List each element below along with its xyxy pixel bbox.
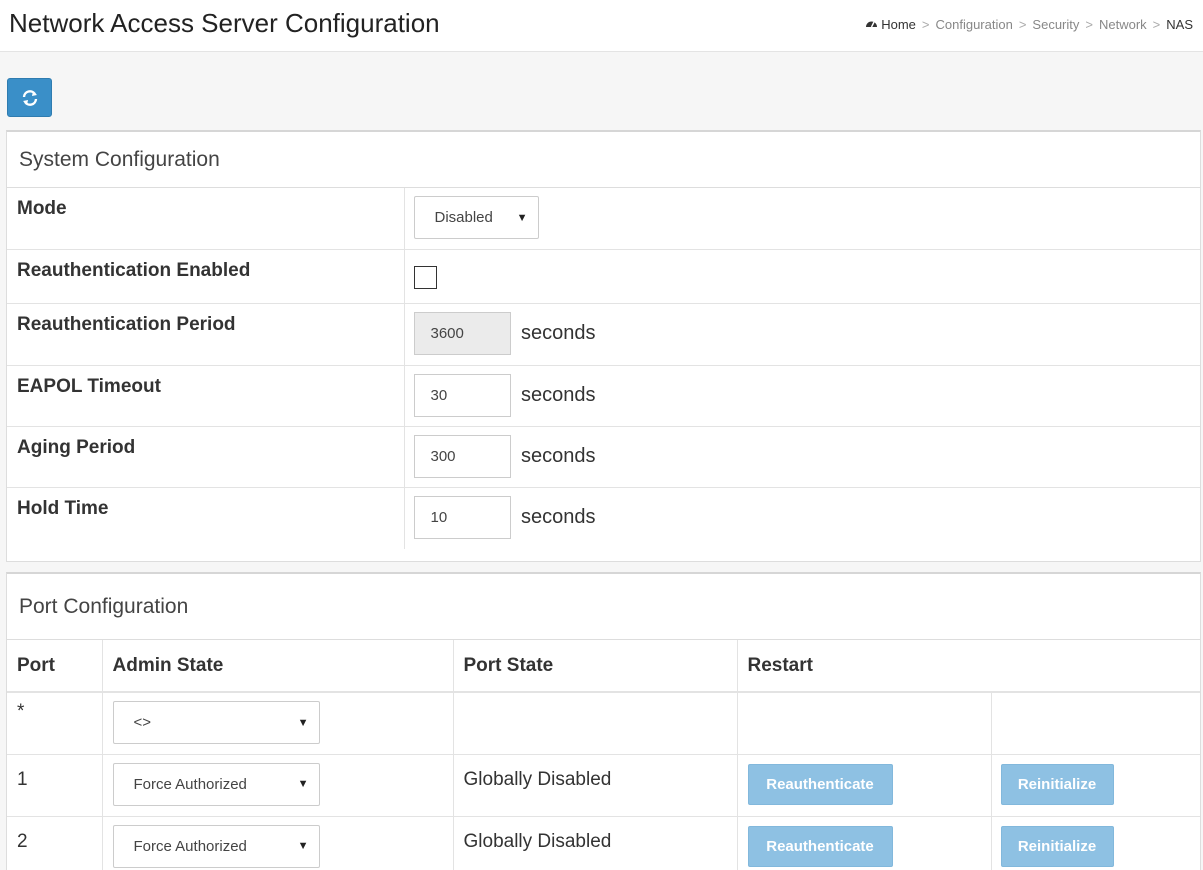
admin-state-select[interactable]: Force Authorized ▼ [112,762,320,806]
table-row: 1 Force Authorized ▼ Globally Disabled R… [7,754,1200,817]
port-state-cell: Globally Disabled [453,754,738,817]
aging-period-input[interactable]: 300 [413,434,511,478]
table-row: 2 Force Authorized ▼ Globally Disabled R… [7,816,1200,870]
reauth-enabled-row: Reauthentication Enabled [7,249,1200,304]
port-state-cell [453,692,738,755]
reauthenticate-button[interactable]: Reauthenticate [747,763,893,805]
breadcrumb-home-label: Home [881,17,916,32]
dropdown-arrow-icon: ▼ [516,211,528,224]
reauth-period-row: Reauthentication Period 3600 seconds [7,303,1200,366]
breadcrumb-separator: > [1152,17,1161,32]
reinitialize-button[interactable]: Reinitialize [1000,825,1114,867]
eapol-timeout-unit: seconds [520,383,596,406]
reauth-period-unit: seconds [520,321,596,344]
port-configuration-panel: Port Configuration Port Admin State Port… [6,572,1201,870]
dashboard-icon [865,17,878,32]
breadcrumb-separator: > [1085,17,1093,32]
page-title: Network Access Server Configuration [9,8,440,38]
refresh-button[interactable] [7,78,52,117]
breadcrumb-network[interactable]: Network [1099,17,1147,32]
dropdown-arrow-icon: ▼ [297,840,309,852]
col-restart: Restart [737,640,1200,693]
hold-time-row: Hold Time 10 seconds [7,487,1200,549]
reauth-period-input[interactable]: 3600 [413,311,511,355]
admin-state-value: <> [133,714,152,731]
port-configuration-table: Port Admin State Port State Restart * <>… [7,640,1200,870]
port-cell: 2 [7,816,103,870]
eapol-timeout-row: EAPOL Timeout 30 seconds [7,365,1200,427]
eapol-timeout-input[interactable]: 30 [413,373,511,417]
system-configuration-panel: System Configuration Mode Disabled ▼ Rea… [6,130,1201,562]
dropdown-arrow-icon: ▼ [297,716,309,729]
eapol-timeout-label: EAPOL Timeout [7,365,405,427]
reauth-enabled-label: Reauthentication Enabled [7,249,405,304]
hold-time-label: Hold Time [7,487,405,549]
port-state-cell: Globally Disabled [453,816,738,870]
aging-period-row: Aging Period 300 seconds [7,426,1200,488]
hold-time-unit: seconds [520,505,596,528]
admin-state-select[interactable]: Force Authorized ▼ [112,824,320,868]
port-configuration-title: Port Configuration [7,574,1200,640]
port-table-header: Port Admin State Port State Restart [7,640,1200,693]
port-cell: 1 [7,754,103,817]
port-cell: * [7,692,103,755]
breadcrumb-security[interactable]: Security [1032,17,1079,32]
admin-state-value: Force Authorized [133,837,247,855]
page-header: Network Access Server Configuration Home… [0,0,1203,52]
table-row: * <> ▼ [7,692,1200,755]
refresh-icon [22,89,37,106]
reauth-enabled-checkbox[interactable] [413,265,437,289]
mode-row: Mode Disabled ▼ [7,188,1200,250]
system-configuration-title: System Configuration [7,132,1200,188]
mode-select[interactable]: Disabled ▼ [413,196,539,239]
reauth-period-label: Reauthentication Period [7,303,405,366]
mode-label: Mode [7,188,405,250]
aging-period-label: Aging Period [7,426,405,488]
breadcrumb-nas: NAS [1166,17,1193,32]
admin-state-value: Force Authorized [133,775,247,793]
col-admin-state: Admin State [102,640,454,693]
reinitialize-button[interactable]: Reinitialize [1000,763,1114,805]
reauthenticate-button[interactable]: Reauthenticate [747,825,893,867]
breadcrumb-home[interactable]: Home [865,17,916,32]
breadcrumb: Home > Configuration > Security > Networ… [865,17,1193,32]
aging-period-unit: seconds [520,444,596,467]
breadcrumb-configuration[interactable]: Configuration [936,17,1013,32]
breadcrumb-separator: > [921,17,930,32]
hold-time-input[interactable]: 10 [413,495,511,539]
col-port-state: Port State [453,640,738,693]
system-configuration-table: Mode Disabled ▼ Reauthentication Enabled… [7,188,1200,549]
mode-select-value: Disabled [434,209,493,226]
dropdown-arrow-icon: ▼ [297,778,309,790]
breadcrumb-separator: > [1018,17,1027,32]
col-port: Port [7,640,103,693]
admin-state-select[interactable]: <> ▼ [112,701,320,744]
